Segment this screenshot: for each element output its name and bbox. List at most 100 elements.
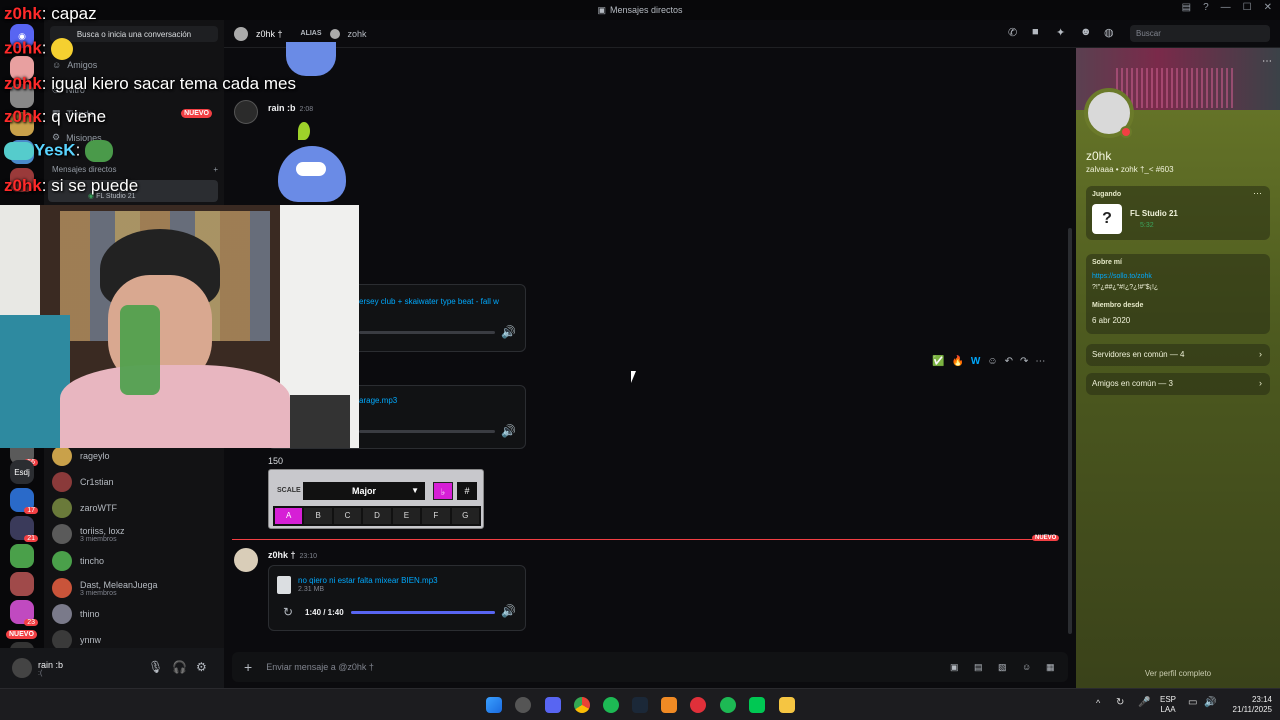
profile-options-icon[interactable]: ⋯ [1262,56,1272,67]
file-explorer-taskbar-icon[interactable] [779,697,795,713]
dm-item[interactable]: toriiss, loxz 3 miembros [52,522,218,546]
voice-call-icon[interactable]: ✆ [1008,26,1017,39]
taskbar-app-icon[interactable] [515,697,531,713]
more-icon[interactable]: ⋯ [1253,188,1262,199]
dm-item[interactable]: tincho [52,549,218,573]
audio-progress[interactable] [359,331,495,334]
headphones-icon[interactable]: 🎧 [172,660,187,674]
volume-icon[interactable]: 🔊 [501,424,516,438]
inbox-icon[interactable]: ▤ [1182,2,1191,13]
close-button[interactable]: ✕ [1264,2,1272,13]
spotify-taskbar-icon[interactable] [603,697,619,713]
clock[interactable]: 23:14 21/11/2025 [1224,695,1272,715]
server-icon[interactable]: 21 [10,516,38,542]
note-row: A B C D E F G [273,506,481,526]
pin-icon[interactable]: ✦ [1056,26,1065,39]
note-key: G [451,508,479,524]
video-call-icon[interactable]: ■ [1032,26,1039,38]
message-input[interactable]: Enviar mensaje a @z0hk † [266,662,374,672]
mutual-servers-row[interactable]: Servidores en común — 4 › [1086,344,1270,366]
user-name: rain :b [38,659,64,670]
mutual-friends-row[interactable]: Amigos en común — 3 › [1086,373,1270,395]
audio-filename[interactable]: no qiero ni estar falta mixear BIEN.mp3 [298,576,438,585]
apps-icon[interactable]: ▦ [1046,662,1055,673]
network-icon[interactable]: ▭ [1188,697,1197,708]
server-icon[interactable]: 17 [10,488,38,514]
lang-line2: LAA [1160,705,1176,714]
header-name[interactable]: z0hk † [256,29,283,39]
gift-icon[interactable]: ▣ [950,662,959,673]
dm-item[interactable]: Cr1stian [52,470,218,494]
volume-icon[interactable]: 🔊 [501,325,516,339]
about-link[interactable]: https://sollo.to/zohk [1092,273,1152,280]
start-button[interactable] [486,697,502,713]
dm-name: rageylo [80,451,110,461]
add-dm-icon[interactable]: + [213,165,218,174]
dm-item[interactable]: thino [52,602,218,626]
dm-item[interactable]: Dast, MeleanJuega 3 miembros [52,576,218,600]
microphone-icon[interactable]: 🎙 [148,660,163,674]
replay-icon[interactable]: ↻ [283,605,293,619]
steam-taskbar-icon[interactable] [632,697,648,713]
tray-mic-icon[interactable]: 🎤 [1138,697,1150,708]
overlay-text: q viene [51,107,107,126]
window-title: Mensajes directos [609,5,683,15]
audio-filename[interactable]: arage.mp3 [359,396,397,405]
audio-filename[interactable]: ersey club + skaiwater type beat - fall … [359,297,499,306]
game-icon: ? [1092,204,1122,234]
avatar [52,604,72,624]
reaction-w-icon[interactable]: W [971,356,980,367]
dm-search-button[interactable]: Busca o inicia una conversación [50,26,218,42]
chrome-taskbar-icon[interactable] [574,697,590,713]
server-icon[interactable] [10,544,34,568]
gif-icon[interactable]: ▤ [974,662,983,673]
maximize-button[interactable]: ☐ [1243,2,1252,13]
sticker-icon[interactable]: ▧ [998,662,1007,673]
server-icon[interactable] [10,572,34,596]
spotify-taskbar-icon[interactable] [720,697,736,713]
nav-friends[interactable]: ☺ Amigos [52,60,97,70]
message-author[interactable]: rain :b [268,103,296,113]
fl-studio-taskbar-icon[interactable] [661,697,677,713]
server-esdj[interactable]: Esdj [10,460,34,484]
add-friends-icon[interactable]: ☻ [1080,26,1092,38]
reaction-fire-icon[interactable]: 🔥 [951,356,963,367]
tray-sync-icon[interactable]: ↻ [1116,697,1124,708]
attach-plus-icon[interactable]: + [244,659,252,675]
more-icon[interactable]: ⋯ [1035,356,1045,367]
reply-icon[interactable]: ↶ [1005,356,1013,367]
overlay-line: YesK: [4,140,114,162]
minimize-button[interactable]: — [1221,2,1231,13]
profile-display-name: z0hk [1086,149,1112,163]
taskbar-app-icon[interactable] [749,697,765,713]
overlay-line: z0hk: igual kiero sacar tema cada mes [4,74,296,93]
user-profile-icon[interactable]: ◍ [1104,26,1114,39]
scrollbar[interactable] [1068,228,1072,634]
help-icon[interactable]: ? [1203,2,1209,13]
reaction-check-icon[interactable]: ✅ [932,356,944,367]
volume-icon[interactable]: 🔊 [1204,697,1216,708]
audio-size: 2.31 MB [298,586,325,593]
settings-icon[interactable]: ⚙ [196,660,207,674]
note-key: F [422,508,450,524]
dm-name: ynnw [80,635,102,645]
volume-icon[interactable]: 🔊 [501,604,516,618]
add-reaction-icon[interactable]: ☺ [987,356,997,367]
audio-progress[interactable] [359,430,495,433]
forward-icon[interactable]: ↷ [1020,356,1028,367]
discord-taskbar-icon[interactable] [545,697,561,713]
dm-item[interactable]: zaroWTF [52,496,218,520]
sticker [286,42,336,76]
user-avatar[interactable] [12,658,32,678]
member-since-date: 6 abr 2020 [1092,316,1131,325]
search-input[interactable]: Buscar [1130,25,1270,42]
server-icon[interactable]: 23 [10,600,38,626]
tray-chevron-icon[interactable]: ^ [1096,698,1100,708]
emoji-icon[interactable]: ☺ [1022,662,1031,672]
language-indicator[interactable]: ESP LAA [1160,695,1176,715]
message-author[interactable]: z0hk † [268,550,296,560]
message-hover-toolbar: ✅ 🔥 W ☺ ↶ ↷ ⋯ [932,356,1045,367]
view-full-profile-button[interactable]: Ver perfil completo [1076,669,1280,678]
browser-taskbar-icon[interactable] [690,697,706,713]
overlay-line: z0hk: [4,38,74,60]
